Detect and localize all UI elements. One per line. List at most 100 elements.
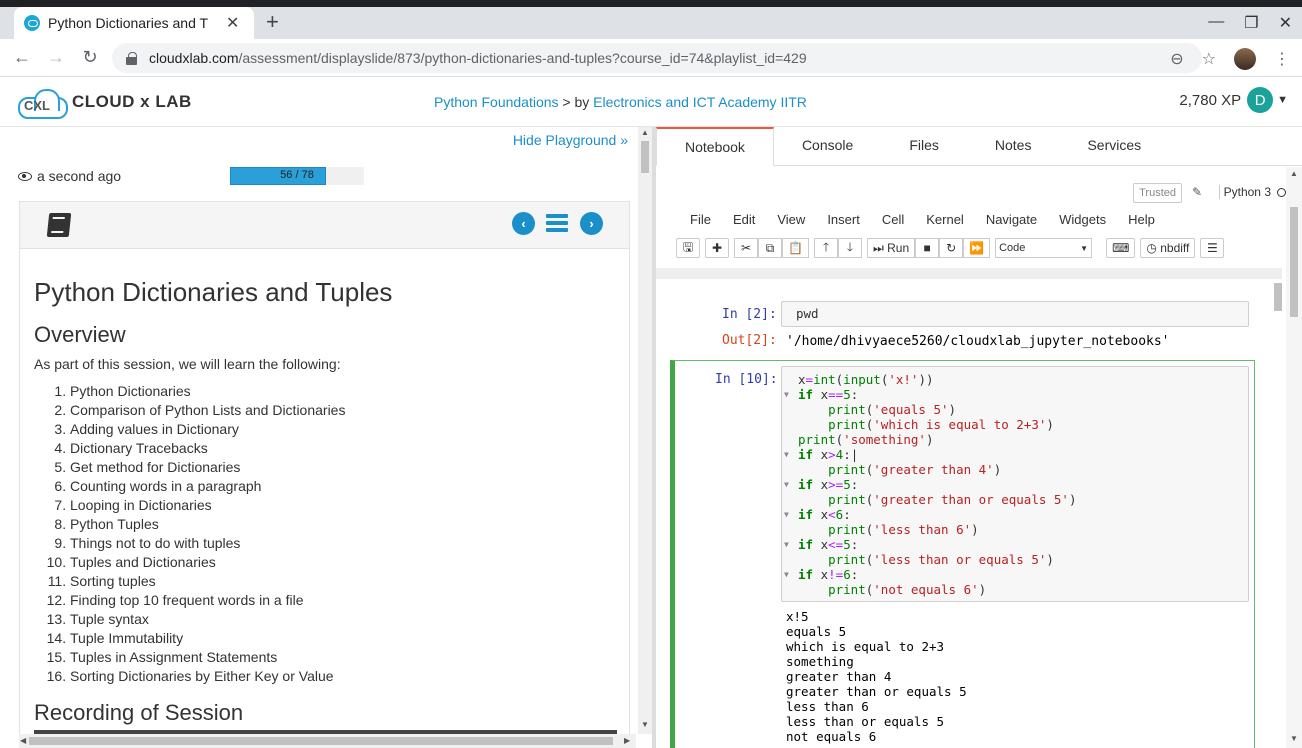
slide-vertical-scrollbar[interactable]: ▲ ▼: [638, 127, 652, 734]
cell-output: '/home/dhivyaece5260/cloudxlab_jupyter_n…: [786, 334, 1170, 349]
menu-cell[interactable]: Cell: [882, 212, 914, 227]
scroll-thumb[interactable]: [641, 141, 649, 173]
restart-icon[interactable]: ↻: [939, 238, 964, 258]
output-line: x!5: [786, 609, 809, 624]
topic-item: Sorting tuples: [70, 572, 615, 591]
url-field[interactable]: cloudxlab.com/assessment/displayslide/87…: [112, 43, 1202, 73]
menu-navigate[interactable]: Navigate: [986, 212, 1047, 227]
code-cell-input[interactable]: x=int(input('x!')) ▼ if x==5: print('equa…: [781, 366, 1249, 602]
new-tab-icon[interactable]: +: [266, 11, 279, 33]
fast-forward-icon[interactable]: ⏩: [963, 238, 991, 258]
tab-notes[interactable]: Notes: [967, 127, 1060, 166]
stop-icon[interactable]: ■: [915, 238, 940, 258]
bookmark-star-icon[interactable]: ☆: [1202, 49, 1216, 69]
kernel-status-icon: [1277, 188, 1286, 197]
cloudxlab-logo[interactable]: CXL CLOUD x LAB: [18, 87, 192, 119]
fold-icon[interactable]: ▼: [784, 447, 789, 462]
book-icon[interactable]: [46, 213, 72, 237]
save-icon[interactable]: 🖫: [676, 238, 700, 258]
minimize-icon[interactable]: —: [1208, 13, 1224, 33]
topic-item: Looping in Dictionaries: [70, 496, 615, 515]
playground-pane: Notebook Console Files Notes Services Tr…: [656, 127, 1302, 748]
zoom-icon[interactable]: ⊖: [1170, 49, 1183, 69]
menu-file[interactable]: File: [690, 212, 721, 227]
topic-item: Adding values in Dictionary: [70, 420, 615, 439]
notebook-scrollbar[interactable]: [1272, 279, 1284, 748]
scroll-thumb[interactable]: [1290, 207, 1298, 317]
scroll-down-icon[interactable]: ▼: [641, 720, 649, 729]
overview-heading: Overview: [34, 322, 126, 347]
tab-files[interactable]: Files: [881, 127, 967, 166]
fold-icon[interactable]: ▼: [784, 387, 789, 402]
trusted-badge[interactable]: Trusted: [1133, 183, 1182, 203]
slide-horizontal-scrollbar[interactable]: ◀ ▶: [19, 734, 636, 748]
provider-link[interactable]: Electronics and ICT Academy IITR: [593, 94, 807, 110]
chevron-down-icon[interactable]: ▼: [1277, 94, 1288, 106]
nbdiff-button[interactable]: ◷ nbdiff: [1140, 238, 1196, 258]
course-breadcrumb: Python Foundations > by Electronics and …: [434, 94, 807, 110]
url-text: cloudxlab.com/assessment/displayslide/87…: [149, 50, 807, 66]
restore-icon[interactable]: ❐: [1244, 13, 1258, 33]
tab-console[interactable]: Console: [774, 127, 881, 166]
scroll-thumb[interactable]: [29, 737, 613, 745]
run-button[interactable]: ⏭ Run: [866, 238, 916, 258]
kernel-indicator: Python 3: [1218, 185, 1286, 199]
scroll-up-icon[interactable]: ▲: [1290, 169, 1298, 178]
keyboard-icon[interactable]: ⌨: [1106, 238, 1136, 258]
tab-notebook[interactable]: Notebook: [656, 127, 774, 166]
reload-icon[interactable]: ↻: [78, 47, 102, 68]
fold-icon[interactable]: ▼: [784, 537, 789, 552]
playground-scrollbar[interactable]: ▲ ▼: [1286, 167, 1302, 748]
scroll-right-icon[interactable]: ▶: [624, 736, 630, 745]
fold-icon[interactable]: ▼: [784, 477, 789, 492]
tab-services[interactable]: Services: [1059, 127, 1169, 166]
menu-edit[interactable]: Edit: [733, 212, 765, 227]
profile-avatar[interactable]: [1234, 48, 1256, 70]
insert-cell-icon[interactable]: ✚: [705, 238, 729, 258]
browser-tab[interactable]: Python Dictionaries and T ✕: [14, 7, 254, 39]
user-avatar[interactable]: D: [1247, 87, 1274, 113]
overview-intro: As part of this session, we will learn t…: [34, 356, 341, 372]
list-icon[interactable]: ☰: [1200, 238, 1225, 258]
copy-icon[interactable]: ⧉: [758, 238, 782, 258]
topic-item: Comparison of Python Lists and Dictionar…: [70, 401, 615, 420]
scroll-down-icon[interactable]: ▼: [1290, 734, 1298, 743]
scroll-up-icon[interactable]: ▲: [641, 128, 649, 137]
forward-icon[interactable]: →: [44, 47, 68, 68]
code-cell-input[interactable]: pwd: [781, 301, 1249, 327]
topic-item: Get method for Dictionaries: [70, 458, 615, 477]
cell-type-select[interactable]: Code ▼: [995, 238, 1093, 258]
output-line: not equals 6: [786, 729, 877, 744]
kernel-name: Python 3: [1223, 185, 1271, 199]
hide-playground-link[interactable]: Hide Playground »: [513, 132, 628, 148]
scroll-left-icon[interactable]: ◀: [20, 736, 26, 745]
menu-help[interactable]: Help: [1128, 212, 1165, 227]
move-down-icon[interactable]: 🡓: [837, 238, 862, 258]
menu-insert[interactable]: Insert: [827, 212, 870, 227]
menu-kernel[interactable]: Kernel: [926, 212, 974, 227]
paste-icon[interactable]: 📋: [782, 238, 809, 258]
scroll-thumb[interactable]: [1274, 283, 1282, 311]
fold-icon[interactable]: ▼: [784, 567, 789, 582]
move-group: 🡑 🡓: [813, 238, 862, 258]
back-icon[interactable]: ←: [10, 47, 34, 68]
course-link[interactable]: Python Foundations: [434, 94, 559, 110]
cut-icon[interactable]: ✂: [734, 238, 758, 258]
address-bar: ← → ↻ cloudxlab.com/assessment/displaysl…: [0, 39, 1302, 77]
menu-view[interactable]: View: [777, 212, 815, 227]
fold-icon[interactable]: ▼: [784, 507, 789, 522]
playground-tabs: Notebook Console Files Notes Services: [656, 127, 1302, 166]
browser-menu-icon[interactable]: ⋮: [1274, 49, 1290, 69]
move-up-icon[interactable]: 🡑: [813, 238, 838, 258]
topic-item: Python Dictionaries: [70, 382, 615, 401]
menu-widgets[interactable]: Widgets: [1059, 212, 1116, 227]
tab-close-icon[interactable]: ✕: [226, 13, 239, 33]
nbdiff-label: nbdiff: [1160, 241, 1190, 255]
address-bar-actions: ⊖ ☆ ⋮: [1170, 48, 1290, 70]
previous-slide-icon[interactable]: ‹: [512, 212, 535, 235]
close-window-icon[interactable]: ✕: [1279, 13, 1292, 33]
pencil-icon[interactable]: ✎: [1192, 185, 1202, 199]
slide-list-icon[interactable]: [546, 214, 568, 232]
url-path: /assessment/displayslide/873/python-dict…: [238, 50, 807, 66]
next-slide-icon[interactable]: ›: [580, 212, 603, 235]
